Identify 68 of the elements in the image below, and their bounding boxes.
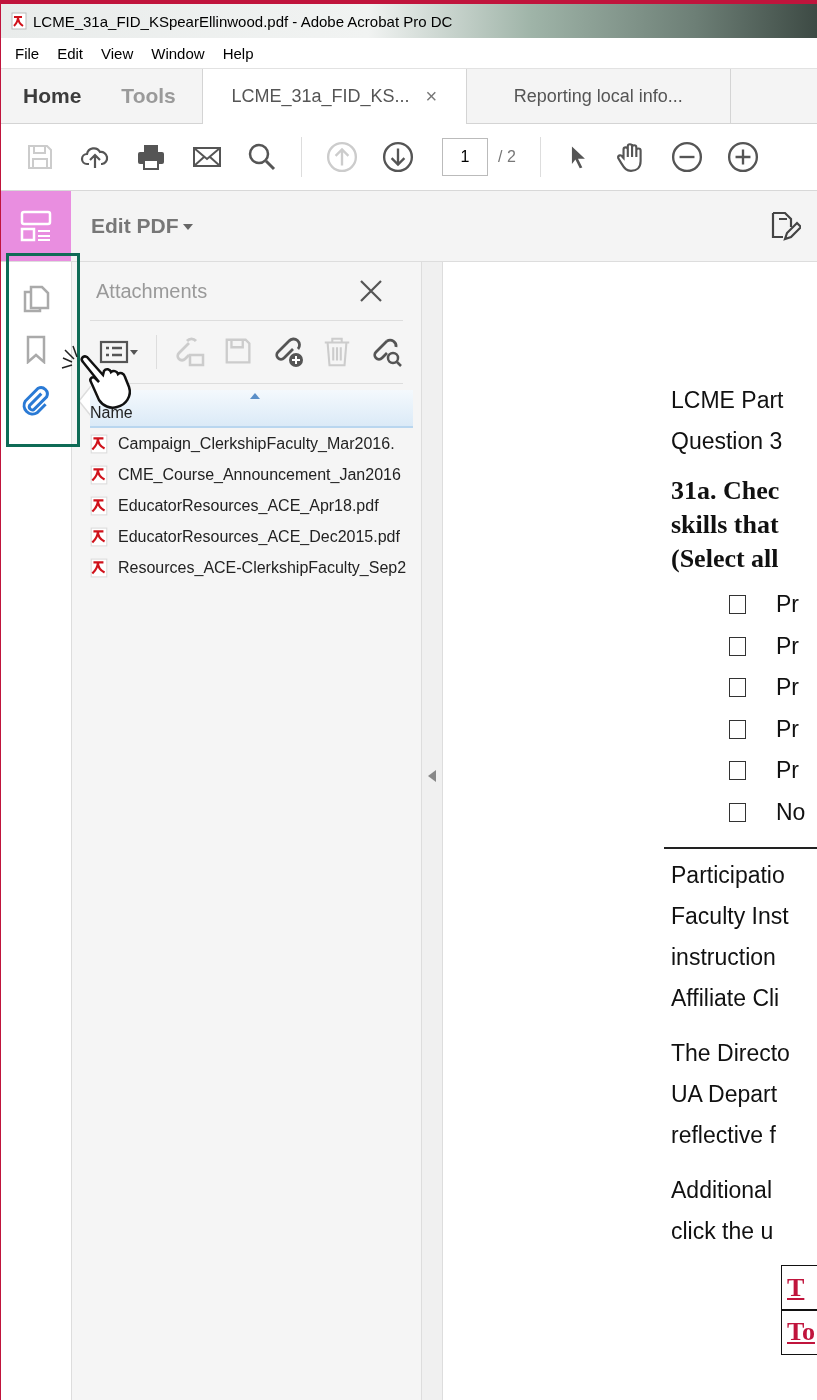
pdf-file-icon [90, 464, 108, 485]
close-icon[interactable] [359, 279, 383, 303]
text-line: The Directo [671, 1039, 791, 1068]
print-icon[interactable] [135, 142, 167, 172]
checkbox[interactable] [729, 678, 746, 698]
text-line: instruction [671, 943, 777, 972]
tab-label: LCME_31a_FID_KS... [231, 86, 410, 107]
attachment-item[interactable]: Campaign_ClerkshipFaculty_Mar2016. [90, 428, 413, 459]
search-icon[interactable] [247, 142, 277, 172]
pdf-file-icon [90, 557, 108, 578]
text-line: Faculty Inst [671, 902, 790, 931]
heading-line: (Select all [671, 543, 780, 575]
pdf-file-icon [90, 526, 108, 547]
attachment-item[interactable]: EducatorResources_ACE_Apr18.pdf [90, 490, 413, 521]
checkbox[interactable] [729, 636, 746, 656]
text-line: Affiliate Cli [671, 984, 781, 1013]
option-label: Pr [776, 591, 799, 619]
options-list-icon[interactable] [98, 340, 140, 364]
option-label: No [776, 798, 806, 826]
text-line: Question 3 [671, 427, 784, 456]
heading-line: 31a. Chec [671, 475, 781, 507]
option-label: Pr [776, 632, 799, 660]
close-tab-button[interactable]: × [425, 85, 438, 108]
window-title: LCME_31a_FID_KSpearEllinwood.pdf - Adobe Acrobat Pro DC [33, 12, 453, 30]
sort-arrow-icon [250, 393, 260, 399]
page-count: / 2 [498, 148, 516, 166]
pdf-file-icon [90, 495, 108, 516]
attachment-item[interactable]: CME_Course_Announcement_Jan2016 [90, 459, 413, 490]
text-line: UA Depart [671, 1080, 779, 1109]
name-column-header[interactable]: Name [90, 390, 413, 428]
menu-item[interactable]: File [15, 44, 40, 62]
text-line: click the u [671, 1217, 775, 1246]
text-line: Additional [671, 1176, 774, 1205]
link[interactable]: To [787, 1317, 815, 1347]
layout-icon [19, 209, 53, 243]
checkbox[interactable] [729, 719, 746, 739]
text-line: reflective f [671, 1121, 777, 1150]
option-label: Pr [776, 757, 799, 785]
menu-item[interactable]: View [101, 44, 134, 62]
checkbox[interactable] [729, 802, 746, 822]
page-number-field[interactable]: 1 [442, 138, 488, 176]
caret-icon [182, 224, 193, 230]
heading-line: skills that [671, 509, 780, 541]
checkbox[interactable] [729, 761, 746, 781]
attachment-item[interactable]: Resources_ACE-ClerkshipFaculty_Sep2 [90, 552, 413, 583]
menu-item[interactable]: Edit [57, 44, 84, 62]
panel-title: Attachments [96, 279, 208, 303]
pdf-file-icon [90, 433, 108, 454]
attachment-item[interactable]: EducatorResources_ACE_Dec2015.pdf [90, 521, 413, 552]
document-tab[interactable]: LCME_31a_FID_KS... × [201, 69, 466, 124]
text-line: Participatio [671, 861, 786, 890]
option-label: Pr [776, 674, 799, 702]
edit-pdf-tool-button[interactable] [1, 191, 71, 261]
zoom-out-icon[interactable] [670, 141, 703, 173]
edit-pdf-menu[interactable]: Edit PDF [91, 214, 193, 238]
option-label: Pr [776, 715, 799, 743]
tab-label: Reporting local info... [513, 85, 683, 107]
selection-pointer-icon [79, 386, 91, 416]
menu-item[interactable]: Window [151, 44, 205, 62]
text-line: LCME Part [671, 386, 785, 415]
collapse-arrow-icon[interactable] [428, 770, 436, 782]
checkbox[interactable] [729, 595, 746, 615]
menu-item[interactable]: Help [222, 44, 254, 62]
link[interactable]: T [787, 1272, 805, 1303]
nav-tab[interactable]: Home [1, 69, 100, 123]
pdf-file-icon [11, 12, 27, 30]
zoom-in-icon[interactable] [726, 141, 759, 173]
paperclip-icon[interactable] [20, 384, 52, 416]
